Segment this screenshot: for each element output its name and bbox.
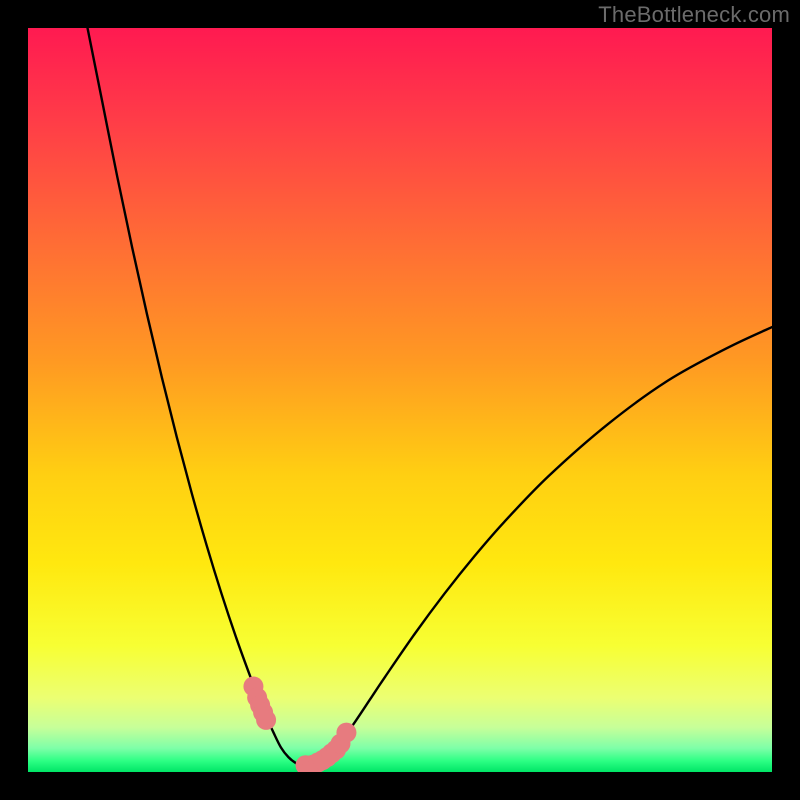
plot-area bbox=[28, 28, 772, 772]
background-gradient bbox=[28, 28, 772, 772]
outer-frame: TheBottleneck.com bbox=[0, 0, 800, 800]
watermark-text: TheBottleneck.com bbox=[598, 2, 790, 28]
